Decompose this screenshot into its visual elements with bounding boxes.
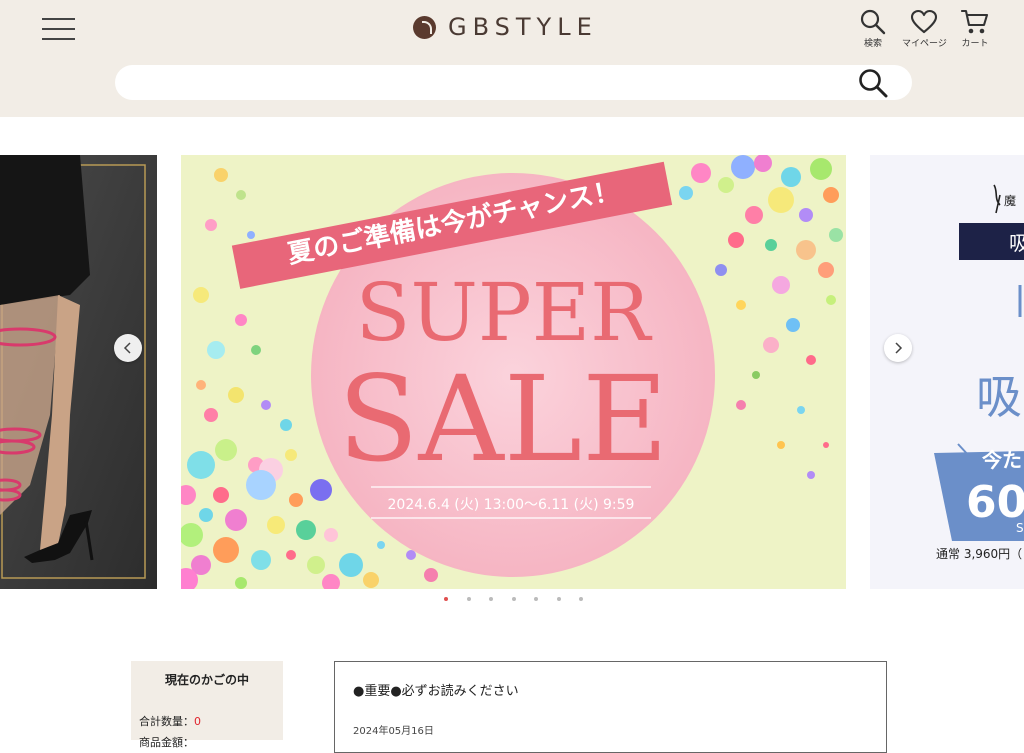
banner-slide-super-sale[interactable]: 夏のご準備は今がチャンス！ SUPER SALE 2024.6.4 (火) 13… (181, 155, 846, 589)
notice-date: 2024年05月16日 (353, 726, 434, 737)
cart-summary-box: 現在のかごの中 合計数量：0 商品金額： (131, 661, 283, 749)
hamburger-menu-icon[interactable] (42, 18, 75, 40)
site-logo[interactable]: GBSTYLE (413, 12, 598, 42)
search-label: 検索 (863, 39, 882, 49)
cart-quantity-label: 合計数量： (139, 715, 194, 728)
carousel-pagination (444, 597, 602, 601)
mypage-label: マイページ (902, 39, 947, 49)
notice-title[interactable]: ●重要●必ずお読みください (353, 680, 519, 699)
search-icon (859, 69, 888, 98)
cart-summary-title: 現在のかごの中 (164, 673, 249, 687)
logo-text: GBSTYLE (448, 13, 598, 41)
search-icon (860, 9, 886, 35)
logo-mark-icon (413, 15, 436, 39)
carousel-prev-button[interactable] (114, 334, 142, 362)
search-submit-button[interactable] (858, 68, 888, 98)
chevron-left-icon (123, 342, 131, 354)
site-header: GBSTYLE 検索 マイページ カート (0, 0, 1024, 117)
promo-small-text: S (1016, 521, 1024, 535)
carousel-dot[interactable] (511, 597, 516, 601)
carousel-dot[interactable] (556, 597, 561, 601)
carousel-dot[interactable] (579, 597, 583, 601)
search-bar (115, 65, 912, 100)
banner-slide-next[interactable]: 魔 吸 吸 今た 60 S 通常 3,960円（ (870, 155, 1024, 589)
news-notice-box[interactable]: ●重要●必ずお読みください 2024年05月16日 (334, 661, 887, 753)
promo-price-text: 通常 3,960円（ (936, 547, 1022, 561)
carousel-next-button[interactable] (884, 334, 912, 362)
super-sale-banner-image: 夏のご準備は今がチャンス！ SUPER SALE 2024.6.4 (火) 13… (181, 155, 846, 589)
cart-quantity-value: 0 (194, 715, 201, 728)
brand-name-fragment: 魔 (1004, 193, 1016, 208)
sale-headline-sale: SALE (338, 350, 669, 488)
header-search-button[interactable]: 検索 (851, 9, 895, 49)
cart-quantity: 合計数量：0 (139, 713, 201, 729)
carousel-dot[interactable] (534, 597, 538, 601)
header-cart-button[interactable]: カート (953, 9, 997, 49)
search-input[interactable] (133, 72, 857, 94)
banner-slide-prev[interactable] (0, 155, 157, 589)
promo-banner-image: 魔 吸 吸 今た 60 S 通常 3,960円（ (870, 155, 1024, 589)
promo-badge-text: 吸 (1009, 231, 1024, 255)
cart-amount-label: 商品金額： (139, 736, 194, 749)
carousel-dot[interactable] (444, 597, 448, 601)
sale-headline-super: SUPER (356, 266, 653, 359)
carousel-dot[interactable] (489, 597, 493, 601)
header-mypage-button[interactable]: マイページ (902, 9, 947, 49)
promo-top-text: 今た (982, 448, 1022, 472)
cart-icon (961, 9, 989, 34)
carousel-dot[interactable] (466, 597, 471, 601)
promo-big-char: 吸 (976, 370, 1022, 424)
heart-icon (910, 9, 938, 34)
legwear-photo-image (0, 155, 157, 589)
chevron-right-icon (895, 342, 903, 354)
cart-label: カート (961, 39, 989, 49)
sale-period-text: 2024.6.4 (火) 13:00～6.11 (火) 9:59 (388, 497, 635, 513)
